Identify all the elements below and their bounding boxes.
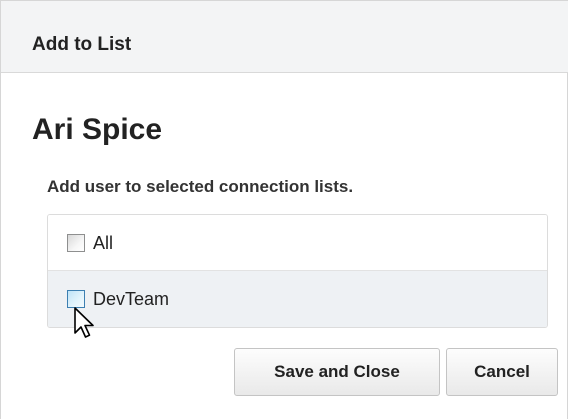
- add-to-list-dialog: Add to List Ari Spice Add user to select…: [0, 0, 568, 419]
- cancel-button[interactable]: Cancel: [446, 348, 558, 396]
- list-item-all[interactable]: All: [48, 215, 547, 271]
- list-checkbox-all[interactable]: [67, 234, 85, 252]
- connection-lists: All DevTeam: [47, 214, 548, 328]
- user-name-heading: Ari Spice: [32, 113, 163, 146]
- list-item-label: All: [93, 233, 114, 253]
- list-item-label: DevTeam: [93, 289, 170, 309]
- instructions-text: Add user to selected connection lists.: [47, 177, 354, 196]
- list-item-devteam[interactable]: DevTeam: [48, 271, 547, 327]
- dialog-header: Add to List: [1, 1, 568, 73]
- arrow-pointer-icon: [74, 307, 94, 338]
- save-and-close-button[interactable]: Save and Close: [234, 348, 440, 396]
- dialog-title: Add to List: [32, 34, 132, 55]
